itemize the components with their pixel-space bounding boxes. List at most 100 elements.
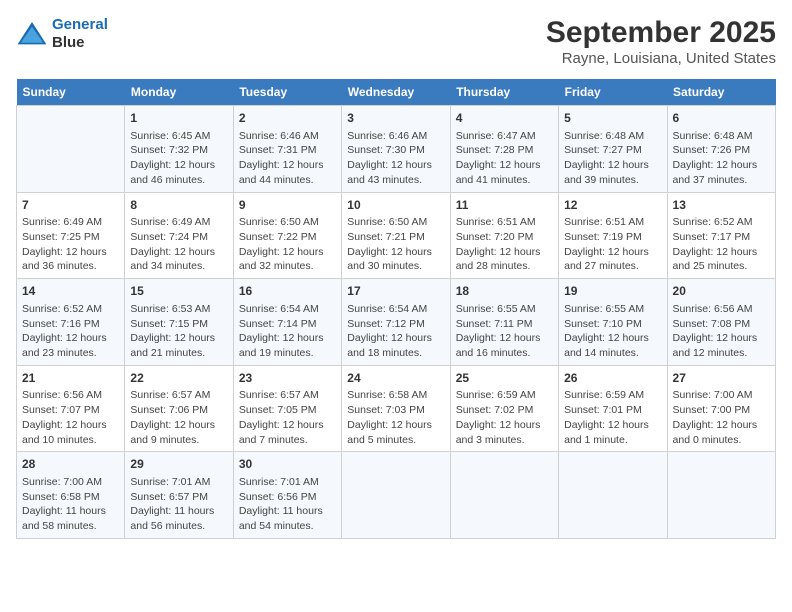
day-info: Sunrise: 6:51 AM Sunset: 7:20 PM Dayligh…: [456, 215, 553, 274]
calendar-cell: 29 Sunrise: 7:01 AM Sunset: 6:57 PM Dayli…: [125, 452, 233, 539]
day-number: 17: [347, 283, 444, 300]
day-info: Sunrise: 6:52 AM Sunset: 7:16 PM Dayligh…: [22, 302, 119, 361]
day-info: Sunrise: 6:49 AM Sunset: 7:25 PM Dayligh…: [22, 215, 119, 274]
weekday-header-tuesday: Tuesday: [233, 79, 341, 106]
day-info: Sunrise: 6:54 AM Sunset: 7:14 PM Dayligh…: [239, 302, 336, 361]
calendar-cell: 4Sunrise: 6:47 AM Sunset: 7:28 PM Daylig…: [450, 106, 558, 193]
day-number: 14: [22, 283, 119, 300]
day-info: Sunrise: 6:46 AM Sunset: 7:31 PM Dayligh…: [239, 129, 336, 188]
day-info: Sunrise: 6:54 AM Sunset: 7:12 PM Dayligh…: [347, 302, 444, 361]
weekday-header-wednesday: Wednesday: [342, 79, 450, 106]
day-info: Sunrise: 6:50 AM Sunset: 7:22 PM Dayligh…: [239, 215, 336, 274]
day-info: Sunrise: 7:00 AM Sunset: 6:58 PM Dayligh…: [22, 475, 119, 534]
day-number: 10: [347, 197, 444, 214]
day-info: Sunrise: 6:59 AM Sunset: 7:01 PM Dayligh…: [564, 388, 661, 447]
day-number: 11: [456, 197, 553, 214]
day-info: Sunrise: 6:53 AM Sunset: 7:15 PM Dayligh…: [130, 302, 227, 361]
day-info: Sunrise: 6:57 AM Sunset: 7:05 PM Dayligh…: [239, 388, 336, 447]
day-info: Sunrise: 6:48 AM Sunset: 7:26 PM Dayligh…: [673, 129, 770, 188]
day-info: Sunrise: 6:55 AM Sunset: 7:11 PM Dayligh…: [456, 302, 553, 361]
calendar-week-5: 28Sunrise: 7:00 AM Sunset: 6:58 PM Dayli…: [17, 452, 776, 539]
calendar-cell: 1 Sunrise: 6:45 AM Sunset: 7:32 PM Daylig…: [125, 106, 233, 193]
day-number: 6: [673, 110, 770, 127]
day-number: 21: [22, 370, 119, 387]
calendar-cell: 27Sunrise: 7:00 AM Sunset: 7:00 PM Dayli…: [667, 365, 775, 452]
day-number: 19: [564, 283, 661, 300]
day-info: Sunrise: 7:01 AM Sunset: 6:56 PM Dayligh…: [239, 475, 336, 534]
logo-text: General Blue: [52, 16, 108, 52]
calendar-cell: 7Sunrise: 6:49 AM Sunset: 7:25 PM Daylig…: [17, 192, 125, 279]
calendar-cell: 20 Sunrise: 6:56 AM Sunset: 7:08 PM Dayli…: [667, 279, 775, 366]
calendar-week-1: 1 Sunrise: 6:45 AM Sunset: 7:32 PM Daylig…: [17, 106, 776, 193]
calendar-week-4: 21Sunrise: 6:56 AM Sunset: 7:07 PM Dayli…: [17, 365, 776, 452]
day-number: 18: [456, 283, 553, 300]
day-info: Sunrise: 6:59 AM Sunset: 7:02 PM Dayligh…: [456, 388, 553, 447]
logo-line1: General: [52, 16, 108, 33]
calendar-cell: 28Sunrise: 7:00 AM Sunset: 6:58 PM Dayli…: [17, 452, 125, 539]
day-number: 1: [130, 110, 227, 127]
calendar-cell: 19 Sunrise: 6:55 AM Sunset: 7:10 PM Dayli…: [559, 279, 667, 366]
day-number: 7: [22, 197, 119, 214]
day-number: 20: [673, 283, 770, 300]
day-info: Sunrise: 6:57 AM Sunset: 7:06 PM Dayligh…: [130, 388, 227, 447]
calendar-cell: 21Sunrise: 6:56 AM Sunset: 7:07 PM Dayli…: [17, 365, 125, 452]
day-number: 23: [239, 370, 336, 387]
calendar-cell: 24Sunrise: 6:58 AM Sunset: 7:03 PM Dayli…: [342, 365, 450, 452]
calendar-cell: 11Sunrise: 6:51 AM Sunset: 7:20 PM Dayli…: [450, 192, 558, 279]
day-info: Sunrise: 6:45 AM Sunset: 7:32 PM Dayligh…: [130, 129, 227, 188]
weekday-header-saturday: Saturday: [667, 79, 775, 106]
day-info: Sunrise: 7:01 AM Sunset: 6:57 PM Dayligh…: [130, 475, 227, 534]
day-info: Sunrise: 6:47 AM Sunset: 7:28 PM Dayligh…: [456, 129, 553, 188]
day-info: Sunrise: 6:49 AM Sunset: 7:24 PM Dayligh…: [130, 215, 227, 274]
logo-line2: Blue: [52, 34, 108, 52]
weekday-header-monday: Monday: [125, 79, 233, 106]
calendar-cell: 15 Sunrise: 6:53 AM Sunset: 7:15 PM Dayli…: [125, 279, 233, 366]
day-number: 24: [347, 370, 444, 387]
day-number: 26: [564, 370, 661, 387]
title-block: September 2025 Rayne, Louisiana, United …: [546, 16, 776, 67]
day-number: 2: [239, 110, 336, 127]
calendar-cell: 2 Sunrise: 6:46 AM Sunset: 7:31 PM Daylig…: [233, 106, 341, 193]
day-info: Sunrise: 6:56 AM Sunset: 7:07 PM Dayligh…: [22, 388, 119, 447]
weekday-header-thursday: Thursday: [450, 79, 558, 106]
calendar-cell: [17, 106, 125, 193]
day-number: 30: [239, 456, 336, 473]
day-number: 12: [564, 197, 661, 214]
calendar-cell: 6 Sunrise: 6:48 AM Sunset: 7:26 PM Daylig…: [667, 106, 775, 193]
calendar-cell: 13Sunrise: 6:52 AM Sunset: 7:17 PM Dayli…: [667, 192, 775, 279]
weekday-header-row: SundayMondayTuesdayWednesdayThursdayFrid…: [17, 79, 776, 106]
calendar-week-3: 14 Sunrise: 6:52 AM Sunset: 7:16 PM Dayli…: [17, 279, 776, 366]
day-number: 8: [130, 197, 227, 214]
day-number: 5: [564, 110, 661, 127]
day-number: 15: [130, 283, 227, 300]
day-number: 29: [130, 456, 227, 473]
calendar-cell: 22Sunrise: 6:57 AM Sunset: 7:06 PM Dayli…: [125, 365, 233, 452]
calendar-cell: 10Sunrise: 6:50 AM Sunset: 7:21 PM Dayli…: [342, 192, 450, 279]
day-number: 3: [347, 110, 444, 127]
day-info: Sunrise: 6:55 AM Sunset: 7:10 PM Dayligh…: [564, 302, 661, 361]
day-number: 25: [456, 370, 553, 387]
day-number: 27: [673, 370, 770, 387]
page-header: General Blue September 2025 Rayne, Louis…: [16, 16, 776, 67]
day-info: Sunrise: 6:46 AM Sunset: 7:30 PM Dayligh…: [347, 129, 444, 188]
calendar-cell: 9Sunrise: 6:50 AM Sunset: 7:22 PM Daylig…: [233, 192, 341, 279]
page-title: September 2025: [546, 16, 776, 50]
calendar-cell: 18 Sunrise: 6:55 AM Sunset: 7:11 PM Dayli…: [450, 279, 558, 366]
calendar-cell: 5Sunrise: 6:48 AM Sunset: 7:27 PM Daylig…: [559, 106, 667, 193]
calendar-cell: 17 Sunrise: 6:54 AM Sunset: 7:12 PM Dayli…: [342, 279, 450, 366]
day-number: 16: [239, 283, 336, 300]
calendar-cell: 26Sunrise: 6:59 AM Sunset: 7:01 PM Dayli…: [559, 365, 667, 452]
day-info: Sunrise: 6:51 AM Sunset: 7:19 PM Dayligh…: [564, 215, 661, 274]
day-number: 9: [239, 197, 336, 214]
calendar-cell: 25Sunrise: 6:59 AM Sunset: 7:02 PM Dayli…: [450, 365, 558, 452]
calendar-cell: [450, 452, 558, 539]
calendar-cell: [667, 452, 775, 539]
calendar-cell: 8Sunrise: 6:49 AM Sunset: 7:24 PM Daylig…: [125, 192, 233, 279]
calendar-cell: [342, 452, 450, 539]
calendar-cell: 16 Sunrise: 6:54 AM Sunset: 7:14 PM Dayli…: [233, 279, 341, 366]
day-info: Sunrise: 6:56 AM Sunset: 7:08 PM Dayligh…: [673, 302, 770, 361]
weekday-header-sunday: Sunday: [17, 79, 125, 106]
calendar-week-2: 7Sunrise: 6:49 AM Sunset: 7:25 PM Daylig…: [17, 192, 776, 279]
page-subtitle: Rayne, Louisiana, United States: [546, 50, 776, 67]
calendar-cell: 14 Sunrise: 6:52 AM Sunset: 7:16 PM Dayli…: [17, 279, 125, 366]
